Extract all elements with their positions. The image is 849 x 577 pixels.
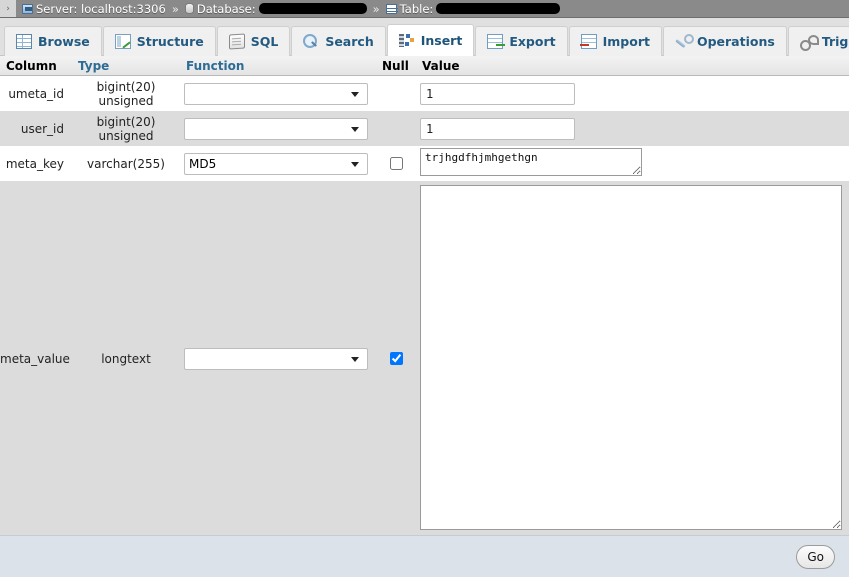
go-button[interactable]: Go bbox=[796, 544, 835, 569]
table-header-row: Column Type Function Null Value bbox=[0, 56, 849, 76]
wrench-icon bbox=[675, 34, 694, 49]
value-input-umeta-id[interactable] bbox=[420, 82, 575, 105]
import-icon bbox=[579, 34, 597, 49]
breadcrumb-separator: » bbox=[171, 1, 179, 16]
breadcrumb-table-label: Table: bbox=[399, 1, 434, 16]
function-select-wrap bbox=[184, 82, 368, 105]
header-type[interactable]: Type bbox=[72, 59, 180, 73]
row-value-cell: trjhgdfhjmhgethgn bbox=[416, 148, 849, 179]
form-footer: Go bbox=[0, 535, 849, 577]
row-function-cell bbox=[180, 347, 376, 370]
row-function-cell bbox=[180, 82, 376, 105]
tab-import-label: Import bbox=[602, 34, 650, 49]
tab-sql[interactable]: SQL bbox=[216, 26, 291, 56]
function-select-wrap bbox=[184, 117, 368, 140]
table-row: meta_key varchar(255) MD5 trjhgdfhjmhget… bbox=[0, 146, 849, 181]
redacted-database-name bbox=[258, 3, 367, 14]
breadcrumb-item-server[interactable]: Server: localhost:3306 bbox=[22, 2, 166, 16]
header-null: Null bbox=[382, 58, 409, 73]
tab-browse[interactable]: Browse bbox=[4, 26, 102, 56]
tab-export-label: Export bbox=[509, 34, 556, 49]
tab-operations[interactable]: Operations bbox=[662, 26, 787, 56]
function-select-wrap: MD5 bbox=[184, 152, 368, 175]
triggers-icon bbox=[799, 34, 819, 51]
tab-import[interactable]: Import bbox=[568, 26, 662, 56]
function-select-user-id[interactable] bbox=[184, 117, 368, 140]
breadcrumb-item-database[interactable]: Database: bbox=[184, 1, 367, 16]
header-value: Value bbox=[422, 58, 460, 73]
value-input-user-id[interactable] bbox=[420, 117, 575, 140]
tab-export[interactable]: Export bbox=[475, 26, 568, 56]
row-column-name: meta_key bbox=[5, 156, 64, 171]
insert-form-table: Column Type Function Null Value umeta_id… bbox=[0, 56, 849, 536]
tab-structure-label: Structure bbox=[136, 34, 204, 49]
table-icon bbox=[385, 3, 398, 14]
row-function-cell bbox=[180, 117, 376, 140]
function-select-meta-value[interactable] bbox=[184, 347, 368, 370]
tab-insert[interactable]: Insert bbox=[386, 24, 475, 56]
breadcrumb-server-label: Server: localhost:3306 bbox=[36, 1, 166, 16]
header-function[interactable]: Function bbox=[180, 59, 376, 73]
row-column-name: user_id bbox=[20, 121, 64, 136]
table-row: user_id bigint(20) unsigned bbox=[0, 111, 849, 146]
row-column-type: longtext bbox=[101, 351, 151, 366]
export-icon bbox=[487, 34, 506, 49]
row-column-type: bigint(20) unsigned bbox=[96, 79, 156, 108]
browse-icon bbox=[16, 34, 32, 49]
row-value-cell bbox=[416, 82, 849, 105]
table-row: meta_value longtext bbox=[0, 181, 849, 536]
tab-search[interactable]: Search bbox=[291, 26, 386, 56]
breadcrumb: › Server: localhost:3306 » Database: » T… bbox=[0, 0, 849, 18]
phpmyadmin-insert-page: › Server: localhost:3306 » Database: » T… bbox=[0, 0, 849, 577]
tab-insert-label: Insert bbox=[420, 33, 463, 48]
breadcrumb-database-label: Database: bbox=[196, 1, 256, 16]
search-icon bbox=[303, 34, 319, 49]
row-value-cell bbox=[416, 117, 849, 140]
table-row: umeta_id bigint(20) unsigned bbox=[0, 76, 849, 111]
tab-structure[interactable]: Structure bbox=[102, 26, 216, 56]
insert-icon bbox=[398, 33, 415, 48]
function-select-umeta-id[interactable] bbox=[184, 82, 368, 105]
row-column-type: bigint(20) unsigned bbox=[96, 114, 156, 143]
main-tab-bar: Browse Structure SQL Search Insert Expor… bbox=[0, 18, 849, 56]
header-column: Column bbox=[6, 58, 57, 73]
null-checkbox-meta-value[interactable] bbox=[389, 352, 403, 365]
value-textarea-meta-key[interactable]: trjhgdfhjmhgethgn bbox=[420, 148, 642, 176]
sql-icon bbox=[228, 33, 245, 50]
row-column-name: meta_value bbox=[0, 351, 70, 366]
row-function-cell: MD5 bbox=[180, 152, 376, 175]
function-select-wrap bbox=[184, 347, 368, 370]
database-icon bbox=[184, 3, 194, 14]
navigation-toggle-button[interactable]: › bbox=[0, 0, 16, 17]
row-null-cell bbox=[376, 352, 416, 365]
null-checkbox-meta-key[interactable] bbox=[389, 157, 403, 170]
row-column-type: varchar(255) bbox=[87, 156, 165, 171]
redacted-table-name bbox=[436, 3, 561, 14]
structure-icon bbox=[114, 34, 131, 49]
row-value-cell bbox=[416, 184, 849, 533]
value-textarea-meta-value[interactable] bbox=[420, 184, 842, 530]
row-column-name: umeta_id bbox=[8, 86, 64, 101]
tab-search-label: Search bbox=[325, 34, 374, 49]
tab-triggers-label: Triggers bbox=[821, 34, 849, 49]
tab-browse-label: Browse bbox=[38, 34, 90, 49]
tab-sql-label: SQL bbox=[250, 34, 279, 49]
breadcrumb-separator-2: » bbox=[372, 1, 380, 16]
function-select-meta-key[interactable]: MD5 bbox=[184, 152, 368, 175]
server-icon bbox=[22, 3, 33, 14]
breadcrumb-item-table[interactable]: Table: bbox=[385, 1, 561, 16]
tab-triggers[interactable]: Triggers bbox=[787, 26, 849, 56]
tab-operations-label: Operations bbox=[696, 34, 775, 49]
row-null-cell bbox=[376, 157, 416, 170]
